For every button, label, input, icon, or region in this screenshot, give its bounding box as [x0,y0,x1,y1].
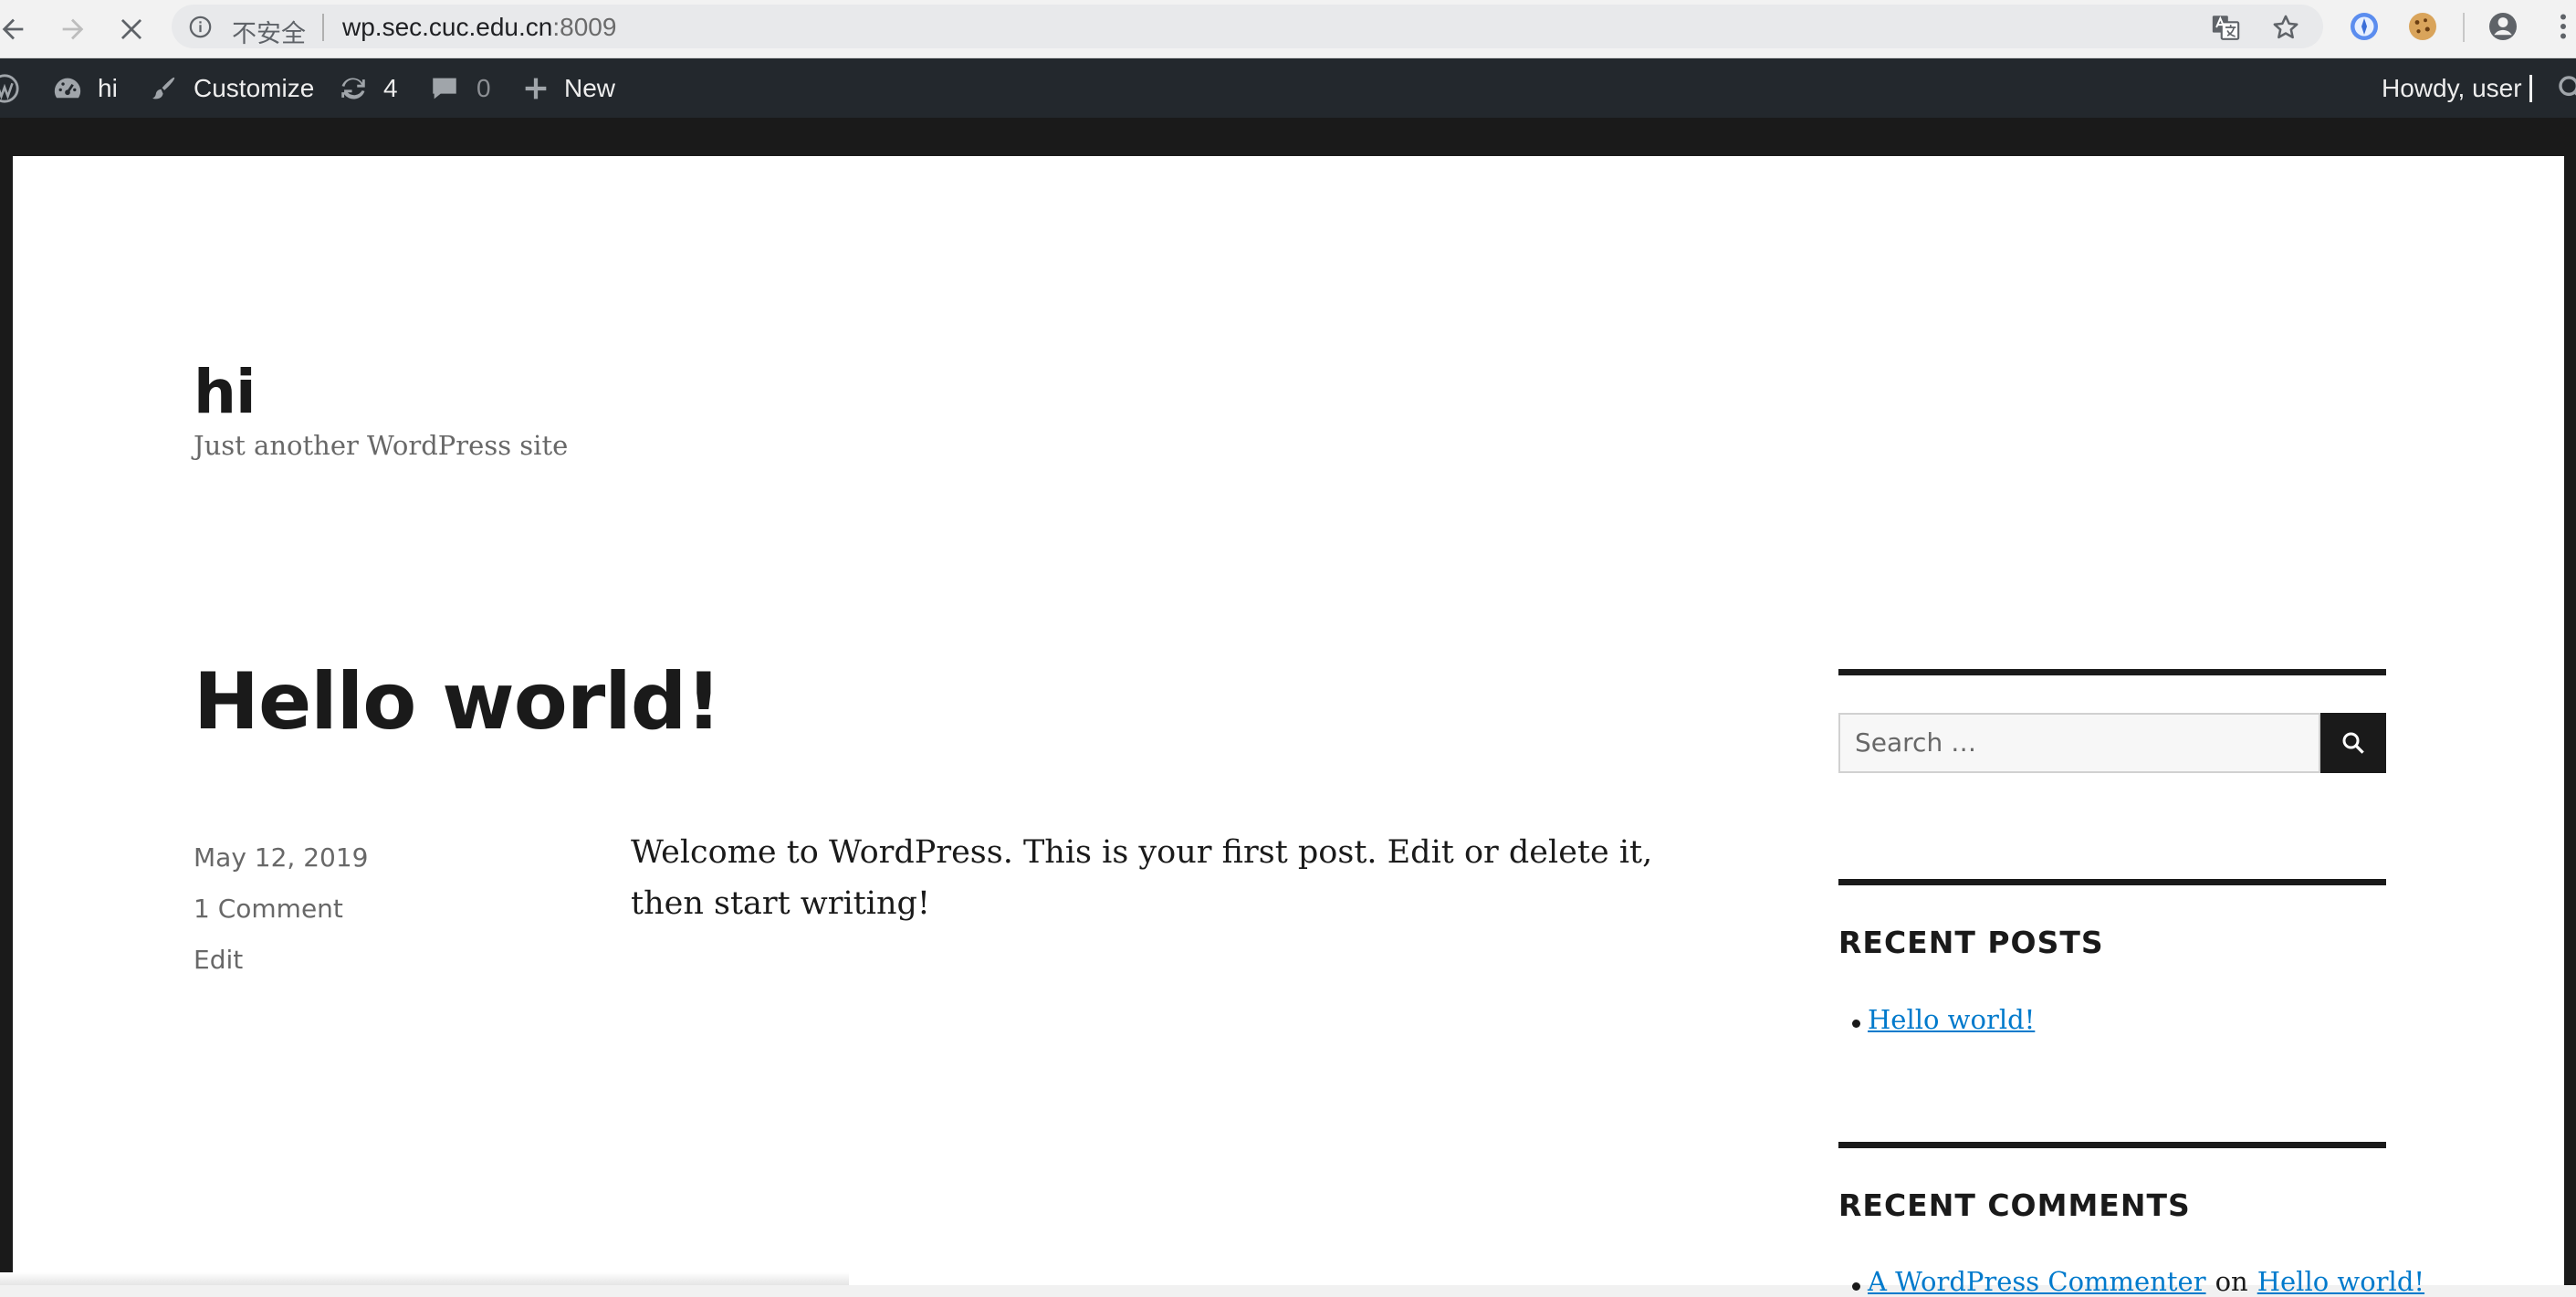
comment-connector: on [2215,1266,2248,1297]
bookmark-star-icon[interactable] [2270,12,2301,43]
new-content-menu[interactable]: New [520,58,615,118]
customize-label: Customize [194,73,315,102]
customize-link[interactable]: Customize [148,58,314,118]
greeting-label: Howdy, user [2382,73,2522,102]
browser-toolbar: 不安全 wp.sec.cuc.edu.cn:8009 [0,0,2576,58]
site-title[interactable]: hi [194,357,257,427]
admin-search[interactable] [2556,58,2576,118]
comments-link[interactable]: 0 [429,58,491,118]
translate-icon[interactable] [2210,12,2241,43]
site-description: Just another WordPress site [194,430,569,461]
post-date[interactable]: May 12, 2019 [194,842,368,873]
comment-author-link[interactable]: A WordPress Commenter [1868,1266,2206,1297]
cookie-icon[interactable] [2406,10,2439,43]
comment-post-link[interactable]: Hello world! [2257,1266,2424,1297]
site-name-menu[interactable]: hi [52,58,118,118]
updates-count: 4 [383,73,398,102]
info-icon[interactable] [188,15,213,39]
widget-divider [1838,879,2386,885]
search-icon [2342,732,2364,754]
new-label: New [564,73,616,102]
updates-link[interactable]: 4 [338,58,398,118]
recent-comments-title: RECENT COMMENTS [1838,1187,2191,1223]
more-menu-icon[interactable] [2547,10,2576,43]
security-status[interactable]: 不安全 [232,14,306,49]
address-bar[interactable]: 不安全 wp.sec.cuc.edu.cn:8009 [172,5,2323,48]
url-host: wp.sec.cuc.edu.cn [342,13,553,41]
profile-avatar-icon[interactable] [2487,10,2519,43]
post-edit-link[interactable]: Edit [194,945,243,975]
extension-compass-icon[interactable] [2348,10,2381,43]
post-content: Welcome to WordPress. This is your first… [631,834,1653,922]
divider [322,14,324,41]
url-port: :8009 [552,13,617,41]
search-input[interactable]: Search … [1838,713,2320,773]
site-content: hi Just another WordPress site Hello wor… [13,156,2564,1297]
stop-loading-button[interactable] [113,11,150,47]
recent-comment-entry: A WordPress Commenter on Hello world! [1868,1266,2424,1297]
forward-button[interactable] [55,11,91,47]
my-account-menu[interactable]: Howdy, user [2382,58,2522,118]
search-submit-button[interactable] [2320,713,2386,773]
dashboard-icon [54,78,81,98]
comments-count: 0 [476,73,491,102]
widget-divider [1838,669,2386,675]
wordpress-logo-icon [0,73,19,103]
list-bullet [1852,1282,1860,1291]
status-bar-shadow [0,1272,849,1285]
page-frame: hi Just another WordPress site Hello wor… [0,118,2576,1297]
search-icon [2559,75,2576,96]
list-bullet [1852,1020,1860,1028]
site-name-label: hi [98,73,118,102]
toolbar-divider [2463,13,2465,42]
paintbrush-icon [152,77,175,99]
comment-bubble-icon [433,78,456,99]
recent-posts-title: RECENT POSTS [1838,925,2104,960]
arrow-left-icon [2,18,24,40]
wp-admin-bar: hi Customize 4 0 New Howdy, user [0,58,2576,118]
updates-refresh-icon [341,78,365,99]
widget-divider [1838,1142,2386,1148]
plus-icon [525,78,547,99]
back-button[interactable] [0,11,31,47]
arrow-right-icon [62,18,84,40]
post-comments-link[interactable]: 1 Comment [194,894,343,924]
post-title[interactable]: Hello world! [194,656,721,748]
avatar-placeholder [2529,75,2532,102]
wp-logo-menu[interactable] [0,58,20,118]
url-text[interactable]: wp.sec.cuc.edu.cn:8009 [342,13,616,42]
close-icon [120,18,142,40]
recent-post-link[interactable]: Hello world! [1868,1004,2035,1035]
